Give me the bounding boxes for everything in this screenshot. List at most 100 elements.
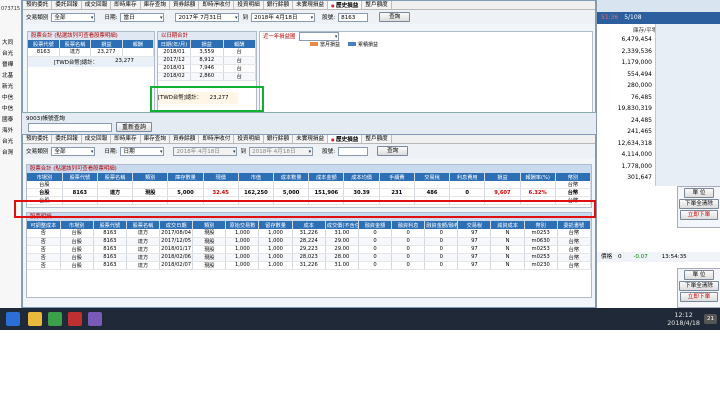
column-header[interactable]: 可調整成本 [27, 221, 61, 229]
b-date-to-picker[interactable]: 2018年 4月18日 [249, 146, 314, 156]
tab-7[interactable]: 投資明細 [234, 135, 264, 143]
tab-3[interactable]: 即時庫存 [111, 1, 141, 9]
column-header[interactable]: 損益 [484, 173, 521, 181]
column-header[interactable]: 委託書號 [557, 221, 591, 229]
column-header[interactable]: 股票名稱 [97, 173, 134, 181]
date-mode-select[interactable]: 當日 [120, 12, 165, 22]
tab-7[interactable]: 投資明細 [234, 1, 264, 9]
account-input[interactable] [28, 123, 112, 132]
column-header[interactable]: 手續費 [379, 173, 415, 181]
tab-2[interactable]: 成交回報 [81, 1, 112, 9]
column-header[interactable]: 現價 [203, 173, 239, 181]
tab-4[interactable]: 庫存查詢 [140, 1, 170, 9]
column-header[interactable]: 股票代號 [62, 173, 98, 181]
column-header[interactable]: 成交價(不含任何費用) [325, 221, 359, 229]
tab-0[interactable]: 預約委託 [23, 1, 53, 9]
column-header[interactable]: 股票名稱 [59, 40, 92, 48]
taskbar-clock[interactable]: 12:12 2018/4/18 [667, 311, 700, 327]
column-header[interactable]: 原始交易數 [225, 221, 260, 229]
tab-4[interactable]: 庫存查詢 [140, 135, 170, 143]
column-header[interactable]: 融資金額/融券擔保品 [424, 221, 459, 229]
app-icon-explorer[interactable] [28, 312, 42, 326]
column-header[interactable]: 交易稅 [457, 221, 492, 229]
tab-5[interactable]: 資券餘額 [169, 135, 200, 143]
tab-11[interactable]: 整戶額度 [362, 135, 392, 143]
tab-0[interactable]: 預約委託 [23, 135, 53, 143]
column-header[interactable]: 留存數量 [258, 221, 293, 229]
column-header[interactable]: 報酬 [223, 40, 256, 48]
column-header[interactable]: 利息費用 [449, 173, 486, 181]
tab-3[interactable]: 即時庫存 [111, 135, 141, 143]
tab-1[interactable]: 委託回報 [52, 135, 82, 143]
b-query-button[interactable]: 查詢 [377, 146, 409, 156]
query-button[interactable]: 查詢 [379, 12, 411, 22]
column-header[interactable]: 融資利息 [391, 221, 426, 229]
summary-row-highlight[interactable]: 台股 8163 達方 現股 5,000 32.45 162,250 5,000 151,906 3… [27, 188, 591, 197]
date-to-picker[interactable]: 2018年 4月18日 [251, 12, 316, 22]
stock-row[interactable]: 8163 達方 23,277 [28, 48, 155, 57]
detail-row[interactable]: 否台股 8163 達方 2018/02/07 現股 1,000 1,000 31,226 31.… [27, 261, 591, 270]
column-header[interactable]: 市場別 [60, 221, 94, 229]
b-stock-input[interactable] [338, 146, 369, 156]
column-header[interactable]: 股票代號 [28, 40, 60, 48]
tab-8[interactable]: 銀行餘額 [263, 1, 294, 9]
column-header[interactable]: 成本均價 [343, 173, 380, 181]
tab-2[interactable]: 成交回報 [81, 135, 112, 143]
detail-row[interactable]: 否台股 8163 達方 2018/01/17 現股 1,000 1,000 29,223 29.… [27, 245, 591, 254]
tab-6[interactable]: 即時淨收付 [199, 135, 235, 143]
column-header[interactable]: 股票名稱 [126, 221, 161, 229]
column-header[interactable]: 股票代號 [93, 221, 127, 229]
tab-10[interactable]: 歷史損益 [328, 135, 363, 143]
column-header[interactable]: 交易稅 [414, 173, 451, 181]
date-from-picker[interactable]: 2017年 7月31日 [175, 12, 240, 22]
detail-row[interactable]: 否台股 8163 達方 2018/02/06 現股 1,000 1,000 28,023 28.… [27, 253, 591, 262]
summary-row-partial-above[interactable]: 台股 台幣 [27, 181, 591, 189]
type-select[interactable]: 全部 [51, 12, 96, 22]
column-header[interactable]: 成本 [292, 221, 326, 229]
b-date-from-picker[interactable]: 2018年 4月18日 [173, 146, 238, 156]
date-row[interactable]: 2018/01 7,946 台 [158, 64, 256, 73]
column-header[interactable]: 類別 [132, 173, 169, 181]
tab-5[interactable]: 資券餘額 [169, 1, 200, 9]
b-type-select[interactable]: 全部 [51, 146, 96, 156]
tab-1[interactable]: 委託回報 [52, 1, 82, 9]
place-order-button[interactable]: 立即下單 [680, 210, 718, 220]
tab-6[interactable]: 即時淨收付 [199, 1, 235, 9]
unit-button[interactable]: 單 位 [684, 188, 714, 198]
column-header[interactable]: 損益 [190, 40, 224, 48]
refresh-button[interactable]: 重新查詢 [116, 122, 153, 132]
start-icon[interactable] [6, 312, 20, 326]
column-header[interactable]: 報酬率(%) [520, 173, 556, 181]
column-header[interactable]: 幣別 [524, 221, 558, 229]
clear-orders-button-2[interactable]: 下單全清除 [679, 281, 719, 291]
column-header[interactable]: 日期(年/月) [158, 40, 191, 48]
column-header[interactable]: 成本金額 [308, 173, 345, 181]
column-header[interactable]: 庫存數量 [167, 173, 204, 181]
tab-8[interactable]: 銀行餘額 [263, 135, 294, 143]
detail-row[interactable]: 否台股 8163 達方 2017/08/04 現股 1,000 1,000 31,226 31.… [27, 229, 591, 238]
tab-9[interactable]: 未實現損益 [293, 135, 329, 143]
column-header[interactable]: 成本數量 [273, 173, 310, 181]
column-header[interactable]: 融資金額 [358, 221, 393, 229]
app-icon-trading[interactable] [68, 312, 82, 326]
app-icon-browser[interactable] [48, 312, 62, 326]
date-row[interactable]: 2018/02 2,860 台 [158, 72, 256, 81]
column-header[interactable]: 市場別 [27, 173, 63, 181]
column-header[interactable]: 市值 [238, 173, 275, 181]
tab-11[interactable]: 整戶額度 [362, 1, 392, 9]
date-row[interactable]: 2017/12 8,912 台 [158, 56, 256, 65]
detail-row[interactable]: 否台股 8163 達方 2017/12/05 現股 1,000 1,000 28,224 29.… [27, 237, 591, 246]
column-header[interactable]: 類別 [192, 221, 227, 229]
place-order-button-2[interactable]: 立即下單 [680, 292, 718, 302]
column-header[interactable]: 成交日期 [159, 221, 194, 229]
tab-10[interactable]: 歷史損益 [328, 1, 363, 9]
column-header[interactable]: 幣別 [555, 173, 591, 181]
b-date-mode-select[interactable]: 日期 [120, 146, 165, 156]
app-icon-chart[interactable] [88, 312, 102, 326]
clear-orders-button[interactable]: 下單全清除 [679, 199, 719, 209]
date-row[interactable]: 2018/01 3,559 台 [158, 48, 256, 57]
column-header[interactable]: 報酬 [122, 40, 155, 48]
stock-input[interactable]: 8163 [338, 12, 369, 22]
column-header[interactable]: 損益 [90, 40, 123, 48]
tab-9[interactable]: 未實現損益 [293, 1, 329, 9]
